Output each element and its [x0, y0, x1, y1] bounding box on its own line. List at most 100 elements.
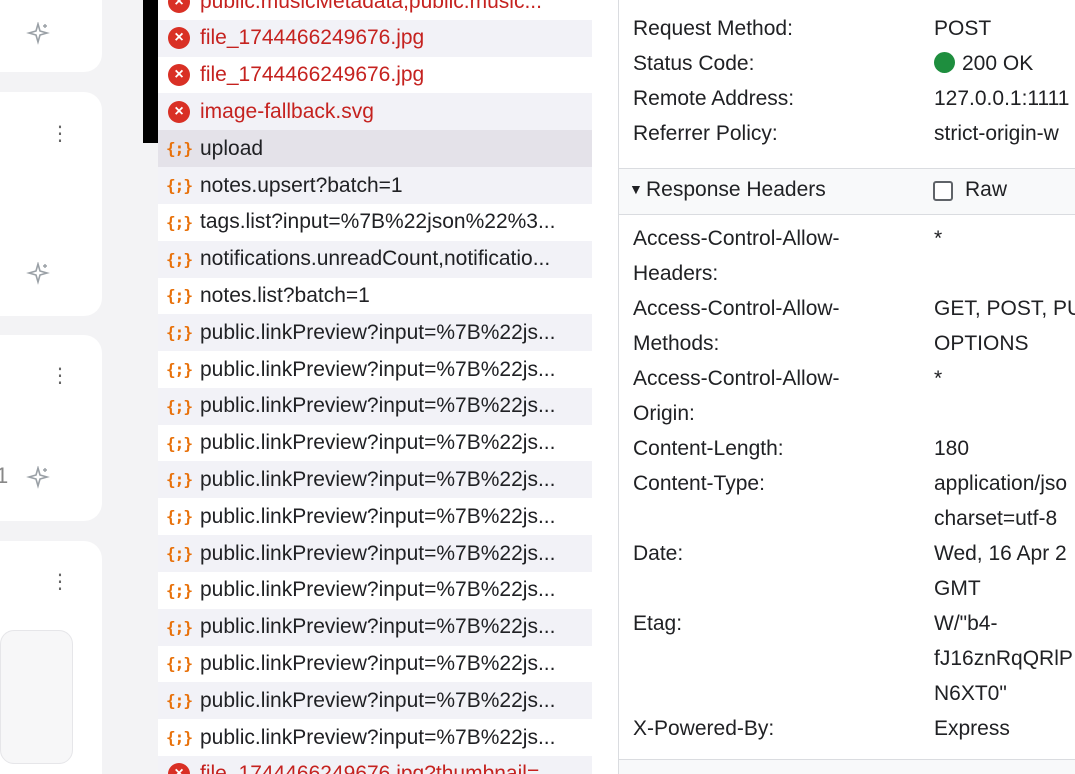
fetch-xhr-icon: {;} [166, 654, 193, 674]
more-vertical-icon[interactable]: ⋮ [50, 366, 70, 386]
response-header-key: Etag: [633, 612, 683, 635]
response-header-key: Origin: [633, 402, 695, 425]
response-header-value: fJ16znRqQRlP [934, 647, 1073, 670]
error-circle-icon: × [158, 763, 200, 774]
response-header-key: Content-Length: [633, 437, 784, 460]
request-row[interactable]: × file_1744466249676.jpg?thumbnail=... [158, 755, 592, 774]
error-circle-icon: × [168, 0, 190, 13]
request-row[interactable]: × public.musicMetadata,public.music... [158, 0, 592, 20]
note-card[interactable]: ⋮ 1 [0, 335, 102, 521]
error-circle-icon: × [168, 64, 190, 87]
request-row[interactable]: {;} public.linkPreview?input=%7B%22js... [158, 645, 592, 682]
request-method-value: POST [934, 17, 992, 40]
app-content-area: ⋮ ⋮ 1 ⋮ [0, 0, 143, 774]
fetch-xhr-icon: {;} [158, 434, 200, 453]
response-header-value: Wed, 16 Apr 2 [934, 542, 1067, 565]
sparkle-icon[interactable] [26, 22, 50, 46]
more-vertical-icon[interactable]: ⋮ [50, 572, 70, 592]
note-card[interactable]: ⋮ [0, 92, 102, 316]
fetch-xhr-icon: {;} [158, 470, 200, 489]
request-row[interactable]: {;} public.linkPreview?input=%7B%22js... [158, 719, 592, 756]
request-name: file_1744466249676.jpg [200, 26, 425, 50]
request-row[interactable]: {;} public.linkPreview?input=%7B%22js... [158, 572, 592, 609]
error-circle-icon: × [168, 100, 190, 123]
partial-value: uuu [934, 0, 969, 8]
request-row[interactable]: {;} notes.upsert?batch=1 [158, 167, 592, 204]
request-row[interactable]: {;} tags.list?input=%7B%22json%22%3... [158, 204, 592, 241]
request-row[interactable]: {;} public.linkPreview?input=%7B%22js... [158, 314, 592, 352]
request-row[interactable]: {;} notifications.unreadCount,notificatio… [158, 240, 592, 278]
request-row[interactable]: × image-fallback.svg [158, 93, 592, 131]
request-row[interactable]: {;} public.linkPreview?input=%7B%22js... [158, 351, 592, 388]
request-name: notes.list?batch=1 [200, 283, 370, 307]
remote-address-label: Remote Address: [633, 87, 795, 110]
fetch-xhr-icon: {;} [166, 249, 193, 269]
sparkle-icon[interactable] [26, 466, 50, 490]
request-row[interactable]: {;} public.linkPreview?input=%7B%22js... [158, 535, 592, 572]
request-name: public.linkPreview?input=%7B%22js... [200, 578, 556, 602]
raw-checkbox[interactable] [933, 181, 953, 201]
request-details-panel: uuu Request Method: POST Status Code: 20… [619, 0, 1075, 774]
status-code-label: Status Code: [633, 52, 755, 75]
request-method-label: Request Method: [633, 17, 793, 40]
fetch-xhr-icon: {;} [166, 507, 193, 527]
request-row[interactable]: {;} public.linkPreview?input=%7B%22js... [158, 682, 592, 720]
comment-count: 1 [0, 463, 9, 488]
network-request-list: × public.musicMetadata,public.music... × fi… [158, 0, 592, 774]
more-vertical-icon[interactable]: ⋮ [50, 124, 70, 144]
referrer-policy-label: Referrer Policy: [633, 122, 778, 145]
request-row[interactable]: {;} public.linkPreview?input=%7B%22js... [158, 608, 592, 646]
response-headers-section-header[interactable]: ▼ Response Headers Raw [619, 169, 1075, 215]
fetch-xhr-icon: {;} [166, 433, 193, 453]
request-row[interactable]: {;} upload [158, 130, 592, 168]
response-header-key: Access-Control-Allow- [633, 367, 840, 390]
error-circle-icon: × [168, 763, 190, 774]
raw-label[interactable]: Raw [965, 178, 1007, 202]
request-row[interactable]: × file_1744466249676.jpg [158, 57, 592, 94]
request-row[interactable]: {;} public.linkPreview?input=%7B%22js... [158, 461, 592, 499]
fetch-xhr-icon: {;} [158, 544, 200, 563]
request-row[interactable]: {;} notes.list?batch=1 [158, 277, 592, 314]
fetch-xhr-icon: {;} [158, 581, 200, 600]
response-header-key: Access-Control-Allow- [633, 297, 840, 320]
request-row[interactable]: × file_1744466249676.jpg [158, 19, 592, 57]
fetch-xhr-icon: {;} [158, 728, 200, 747]
request-row[interactable]: {;} public.linkPreview?input=%7B%22js... [158, 498, 592, 535]
request-headers-section-header[interactable] [619, 760, 1075, 774]
request-name: notes.upsert?batch=1 [200, 173, 403, 197]
fetch-xhr-icon: {;} [158, 139, 200, 158]
response-header-value: * [934, 227, 943, 250]
fetch-xhr-icon: {;} [166, 728, 193, 747]
request-name: public.linkPreview?input=%7B%22js... [200, 504, 556, 528]
triangle-down-icon[interactable]: ▼ [629, 181, 643, 197]
section-divider [619, 214, 1075, 215]
response-header-key: Date: [633, 542, 684, 565]
request-row[interactable]: {;} public.linkPreview?input=%7B%22js... [158, 425, 592, 462]
request-name: public.linkPreview?input=%7B%22js... [200, 688, 556, 712]
fetch-xhr-icon: {;} [166, 396, 193, 416]
fetch-xhr-icon: {;} [166, 360, 193, 379]
sparkle-icon[interactable] [26, 262, 50, 286]
response-header-key: Methods: [633, 332, 720, 355]
error-circle-icon: × [158, 27, 200, 50]
error-circle-icon: × [158, 0, 200, 13]
request-row[interactable]: {;} public.linkPreview?input=%7B%22js... [158, 387, 592, 425]
response-header-value: N6XT0" [934, 682, 1007, 705]
fetch-xhr-icon: {;} [166, 139, 193, 159]
response-headers-title: Response Headers [646, 178, 826, 201]
response-header-key: Content-Type: [633, 472, 765, 495]
response-header-value: application/jso [934, 472, 1068, 495]
fetch-xhr-icon: {;} [158, 213, 200, 232]
request-name: public.linkPreview?input=%7B%22js... [200, 357, 556, 381]
request-name: public.linkPreview?input=%7B%22js... [200, 467, 556, 491]
request-name: public.linkPreview?input=%7B%22js... [200, 394, 556, 418]
referrer-policy-value: strict-origin-w [934, 122, 1059, 145]
status-code-value: 200 OK [934, 46, 1033, 81]
request-name: public.musicMetadata,public.music... [200, 0, 542, 13]
response-header-value: GMT [934, 577, 981, 600]
response-header-value: charset=utf-8 [934, 507, 1058, 530]
fetch-xhr-icon: {;} [158, 507, 200, 526]
note-card[interactable] [0, 0, 102, 72]
fetch-xhr-icon: {;} [158, 618, 200, 637]
fetch-xhr-icon: {;} [158, 360, 200, 379]
